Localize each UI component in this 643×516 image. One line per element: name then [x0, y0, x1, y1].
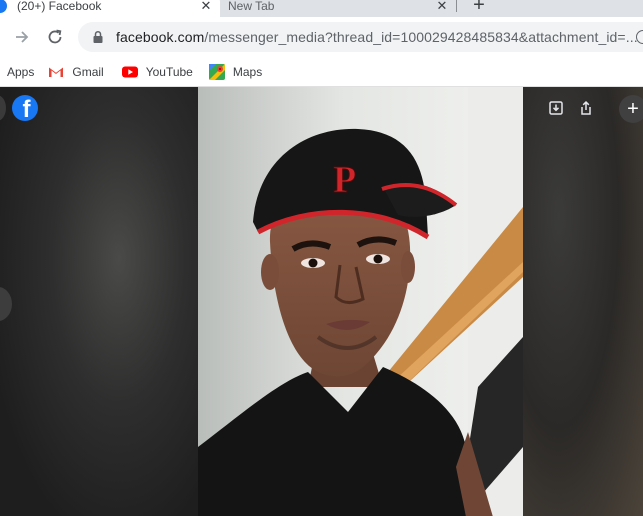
bookmarks-bar: Apps Gmail YouTube Maps	[0, 57, 643, 87]
url-host: facebook.com	[116, 29, 205, 45]
reload-icon	[48, 29, 62, 44]
facebook-favicon-icon	[0, 0, 7, 13]
photo: P	[198, 87, 523, 516]
new-tab-button[interactable]: +	[468, 0, 490, 16]
cap-letter: P	[333, 159, 356, 201]
gmail-icon	[48, 64, 64, 80]
add-icon[interactable]: +	[619, 95, 643, 123]
media-viewer: f P +	[0, 87, 643, 516]
blurred-background-right	[523, 87, 643, 516]
bookmark-label: Apps	[7, 64, 35, 79]
reload-button[interactable]	[43, 25, 67, 49]
forward-arrow-icon	[16, 31, 29, 43]
tab-strip: (20+) Facebook ✕ New Tab ✕ +	[0, 0, 643, 17]
tab-title: New Tab	[228, 0, 275, 13]
share-icon	[581, 100, 591, 115]
lock-icon[interactable]	[90, 29, 106, 45]
bookmark-apps[interactable]: Apps	[7, 61, 34, 83]
tab-facebook[interactable]: (20+) Facebook ✕	[0, 0, 220, 17]
bookmark-gmail[interactable]: Gmail	[48, 61, 104, 83]
photo-image: P	[198, 87, 523, 516]
facebook-logo-letter: f	[22, 96, 31, 122]
maps-icon	[208, 63, 225, 80]
address-bar[interactable]: facebook.com/messenger_media?thread_id=1…	[78, 22, 643, 52]
url-path: /messenger_media?thread_id=1000294284858…	[204, 29, 638, 45]
bookmark-youtube[interactable]: YouTube	[121, 61, 193, 83]
download-button[interactable]	[545, 97, 567, 119]
add-label: +	[627, 97, 639, 120]
bookmark-maps[interactable]: Maps	[208, 61, 263, 83]
bookmark-label: Maps	[232, 64, 263, 79]
blurred-background-left	[0, 87, 198, 516]
tab-title: (20+) Facebook	[17, 0, 102, 13]
zoom-icon[interactable]	[636, 30, 643, 44]
forward-button[interactable]	[10, 25, 34, 49]
bookmark-label: YouTube	[145, 64, 193, 79]
browser-toolbar: facebook.com/messenger_media?thread_id=1…	[0, 17, 643, 57]
bookmark-label: Gmail	[72, 64, 104, 79]
facebook-logo[interactable]: f	[12, 95, 38, 121]
close-icon[interactable]: ✕	[434, 0, 450, 14]
tab-separator	[456, 0, 457, 12]
tab-new-tab[interactable]: New Tab ✕	[218, 0, 456, 17]
close-icon[interactable]: ✕	[198, 0, 214, 14]
url-text: facebook.com/messenger_media?thread_id=1…	[116, 29, 638, 45]
youtube-icon	[121, 64, 138, 80]
share-button[interactable]	[575, 97, 597, 119]
download-icon	[549, 101, 563, 115]
